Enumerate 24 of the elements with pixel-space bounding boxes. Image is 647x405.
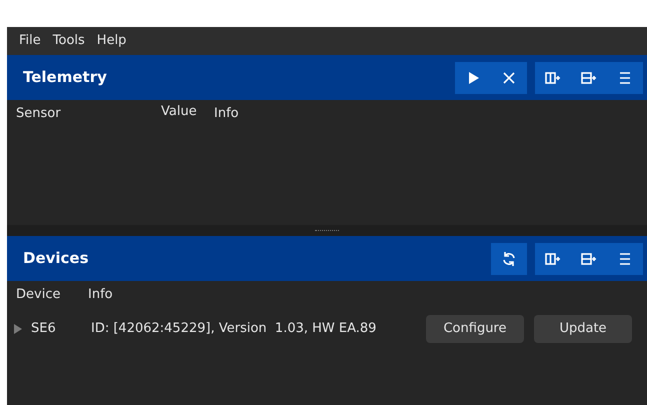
action-button[interactable]: Configure [426,315,524,343]
column-header: Device [16,286,62,304]
column-header: Info [214,105,239,124]
device-name: SE6 [31,320,57,338]
menu-icon [617,70,633,86]
add-row-icon [581,70,597,86]
menu-icon [617,250,633,266]
expand-arrow-icon[interactable] [13,323,23,335]
action-button[interactable]: Update [534,315,632,343]
column-header: Info [88,286,113,304]
add-column-icon [545,250,561,266]
panel-title: Devices [23,248,90,270]
refresh-icon [501,250,517,266]
add-column-icon [545,70,561,86]
device-info: ID: [42062:45229], Version 1.03, HW EA.89 [91,320,378,338]
menu-item[interactable]: Help [96,31,126,51]
column-header: Sensor [16,105,62,124]
panel-title: Telemetry [23,67,108,88]
close-icon [501,70,517,86]
menu-item[interactable]: Tools [52,31,85,51]
column-header: Value [161,103,198,122]
splitter-handle[interactable] [7,225,647,236]
add-row-icon [581,250,597,266]
menu-item[interactable]: File [19,31,41,51]
